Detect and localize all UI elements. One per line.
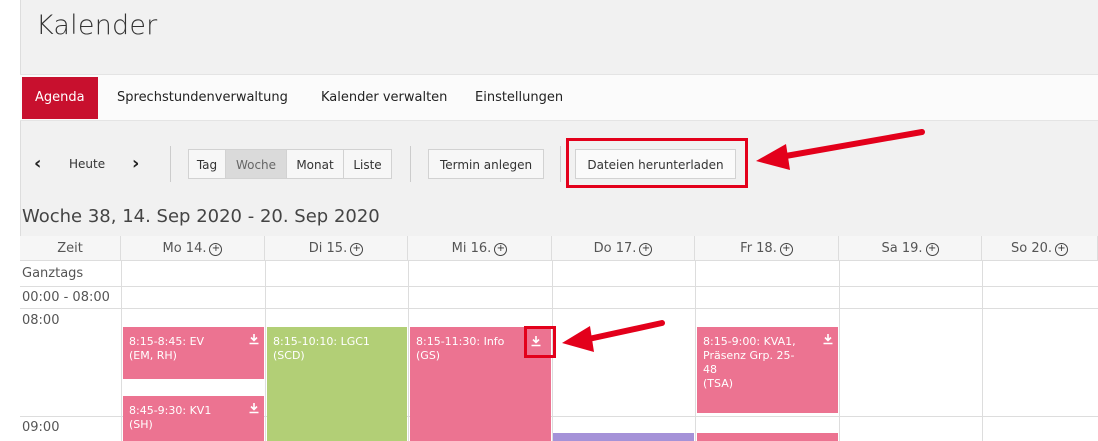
- new-event-button[interactable]: Termin anlegen: [428, 149, 544, 179]
- column-divider: [982, 261, 983, 441]
- view-woche-button[interactable]: Woche: [225, 149, 287, 179]
- today-button[interactable]: Heute: [69, 157, 105, 171]
- plus-circle-icon[interactable]: +: [1055, 243, 1068, 256]
- column-header-monday[interactable]: Mo 14. +: [121, 236, 265, 261]
- column-divider: [265, 261, 266, 441]
- row-label-0800: 08:00: [22, 313, 60, 328]
- column-header-saturday[interactable]: Sa 19. +: [839, 236, 982, 261]
- plus-circle-icon[interactable]: +: [494, 243, 508, 256]
- row-divider: [20, 308, 1098, 309]
- column-header-zeit: Zeit: [20, 236, 121, 261]
- main-nav: Agenda Sprechstundenverwaltung Kalender …: [20, 74, 1098, 121]
- download-icon[interactable]: [248, 333, 260, 345]
- toolbar-divider: [410, 146, 411, 182]
- chevron-left-icon[interactable]: ‹: [34, 153, 41, 174]
- download-icon[interactable]: [248, 402, 260, 414]
- nav-kalender-verwalten[interactable]: Kalender verwalten: [321, 75, 447, 120]
- event-card-lgc1[interactable]: 8:15-10:10: LGC1 (SCD): [267, 327, 407, 441]
- row-label-0900: 09:00: [22, 420, 60, 435]
- row-divider: [20, 286, 1098, 287]
- highlight-box-download-icon: [524, 326, 556, 358]
- week-title: Woche 38, 14. Sep 2020 - 20. Sep 2020: [22, 206, 380, 227]
- row-label-allday: Ganztags: [22, 266, 84, 281]
- plus-circle-icon[interactable]: +: [209, 243, 223, 256]
- plus-circle-icon[interactable]: +: [779, 243, 793, 256]
- highlight-box-download: [566, 138, 748, 188]
- event-card-friday-second[interactable]: [697, 433, 838, 441]
- event-card-ev[interactable]: 8:15-8:45: EV (EM, RH): [123, 327, 264, 379]
- view-liste-button[interactable]: Liste: [343, 149, 392, 179]
- column-divider: [408, 261, 409, 441]
- column-header-sunday[interactable]: So 20. +: [982, 236, 1098, 261]
- toolbar-divider: [560, 146, 561, 182]
- toolbar-divider: [170, 146, 171, 182]
- column-header-tuesday[interactable]: Di 15. +: [265, 236, 408, 261]
- event-card-thursday[interactable]: [553, 433, 694, 441]
- nav-agenda[interactable]: Agenda: [22, 77, 98, 119]
- plus-circle-icon[interactable]: +: [639, 243, 653, 256]
- event-card-kv1[interactable]: 8:45-9:30: KV1 (SH): [123, 396, 264, 441]
- plus-circle-icon[interactable]: +: [350, 243, 364, 256]
- arrow-annotation-icon: [756, 129, 925, 170]
- view-monat-button[interactable]: Monat: [286, 149, 344, 179]
- column-header-friday[interactable]: Fr 18. +: [695, 236, 839, 261]
- row-label-night: 00:00 - 08:00: [22, 290, 110, 305]
- column-divider: [839, 261, 840, 441]
- column-header-thursday[interactable]: Do 17. +: [552, 236, 695, 261]
- view-tag-button[interactable]: Tag: [188, 149, 226, 179]
- download-icon[interactable]: [822, 333, 834, 345]
- page-title: Kalender: [36, 10, 158, 41]
- arrow-annotation-icon: [562, 320, 665, 352]
- nav-sprechstundenverwaltung[interactable]: Sprechstundenverwaltung: [117, 75, 288, 120]
- column-divider: [121, 261, 122, 441]
- chevron-right-icon[interactable]: ›: [132, 153, 139, 174]
- column-divider: [695, 261, 696, 441]
- nav-einstellungen[interactable]: Einstellungen: [475, 75, 563, 120]
- event-card-kva1[interactable]: 8:15-9:00: KVA1, Präsenz Grp. 25- 48 (TS…: [697, 327, 838, 413]
- plus-circle-icon[interactable]: +: [925, 243, 939, 256]
- column-header-wednesday[interactable]: Mi 16. +: [408, 236, 552, 261]
